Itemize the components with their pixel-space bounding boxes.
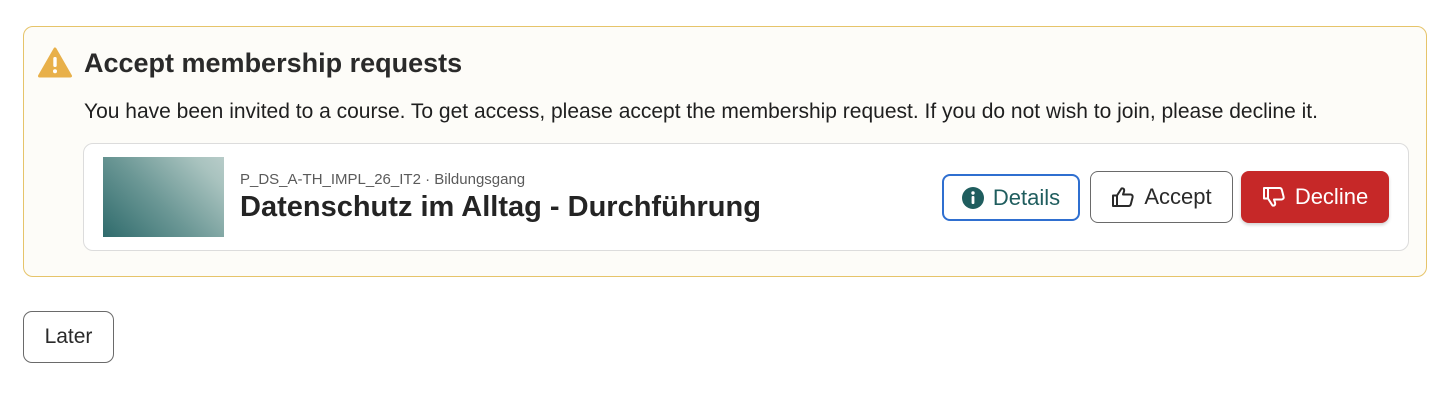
details-button[interactable]: Details <box>942 174 1080 221</box>
info-circle-icon <box>961 186 984 209</box>
alert-title: Accept membership requests <box>84 48 463 78</box>
membership-request-alert: Accept membership requests You have been… <box>23 26 1427 277</box>
decline-label: Decline <box>1294 184 1369 209</box>
course-meta: P_DS_A-TH_IMPL_26_IT2 · Bildungsgang <box>240 171 526 188</box>
thumbs-down-icon <box>1262 186 1286 208</box>
later-button[interactable]: Later <box>23 311 114 363</box>
decline-button[interactable]: Decline <box>1241 171 1389 223</box>
course-thumbnail <box>103 157 224 237</box>
details-label: Details <box>992 184 1061 210</box>
alert-message: You have been invited to a course. To ge… <box>84 100 1318 123</box>
warning-triangle-icon <box>38 47 72 78</box>
course-card: P_DS_A-TH_IMPL_26_IT2 · Bildungsgang Dat… <box>83 143 1409 251</box>
thumbs-up-icon <box>1111 186 1135 208</box>
accept-label: Accept <box>1144 184 1212 209</box>
accept-button[interactable]: Accept <box>1090 171 1233 223</box>
course-name: Datenschutz im Alltag - Durchführung <box>240 191 761 223</box>
